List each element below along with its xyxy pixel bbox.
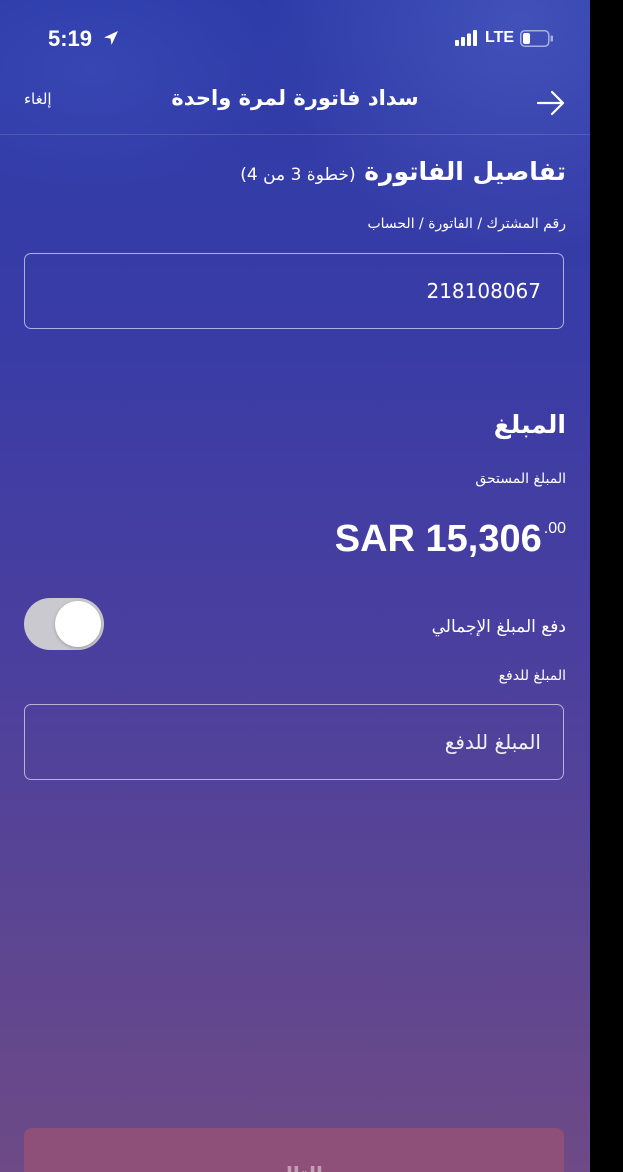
location-arrow-icon: [104, 31, 118, 45]
navigation-bar: إلغاء سداد فاتورة لمرة واحدة: [0, 70, 590, 135]
battery-icon: [520, 30, 553, 47]
pay-amount-label: المبلغ للدفع: [498, 668, 566, 684]
screen: 5:19 LTE إلغاء سداد فاتورة لمرة واحدة تف…: [0, 0, 590, 1172]
step-indicator: (خطوة 3 من 4): [240, 165, 356, 185]
arrow-right-icon[interactable]: [534, 88, 568, 118]
network-type: LTE: [485, 29, 515, 46]
cancel-button[interactable]: إلغاء: [24, 90, 52, 108]
account-number-input[interactable]: [24, 253, 564, 329]
page-title: سداد فاتورة لمرة واحدة: [171, 86, 419, 110]
next-button[interactable]: التالي: [24, 1128, 564, 1172]
pay-total-label: دفع المبلغ الإجمالي: [431, 617, 566, 637]
amount-due-value: SAR 15,306.00: [335, 518, 566, 561]
amount-due-label: المبلغ المستحق: [475, 471, 566, 487]
toggle-knob: [55, 601, 101, 647]
status-bar: 5:19 LTE: [0, 0, 590, 80]
amount-heading: المبلغ: [493, 410, 566, 439]
amount-due-main: SAR 15,306: [334, 518, 542, 560]
pay-total-toggle[interactable]: [24, 598, 104, 650]
signal-bars-icon: [455, 30, 477, 46]
account-number-label: رقم المشترك / الفاتورة / الحساب: [367, 216, 566, 232]
bill-details-heading: تفاصيل الفاتورة (خطوة 3 من 4): [240, 157, 566, 186]
bill-details-title: تفاصيل الفاتورة: [364, 157, 566, 186]
amount-due-decimal: .00: [543, 520, 566, 537]
pay-amount-input[interactable]: [24, 704, 564, 780]
status-time: 5:19: [48, 26, 93, 51]
